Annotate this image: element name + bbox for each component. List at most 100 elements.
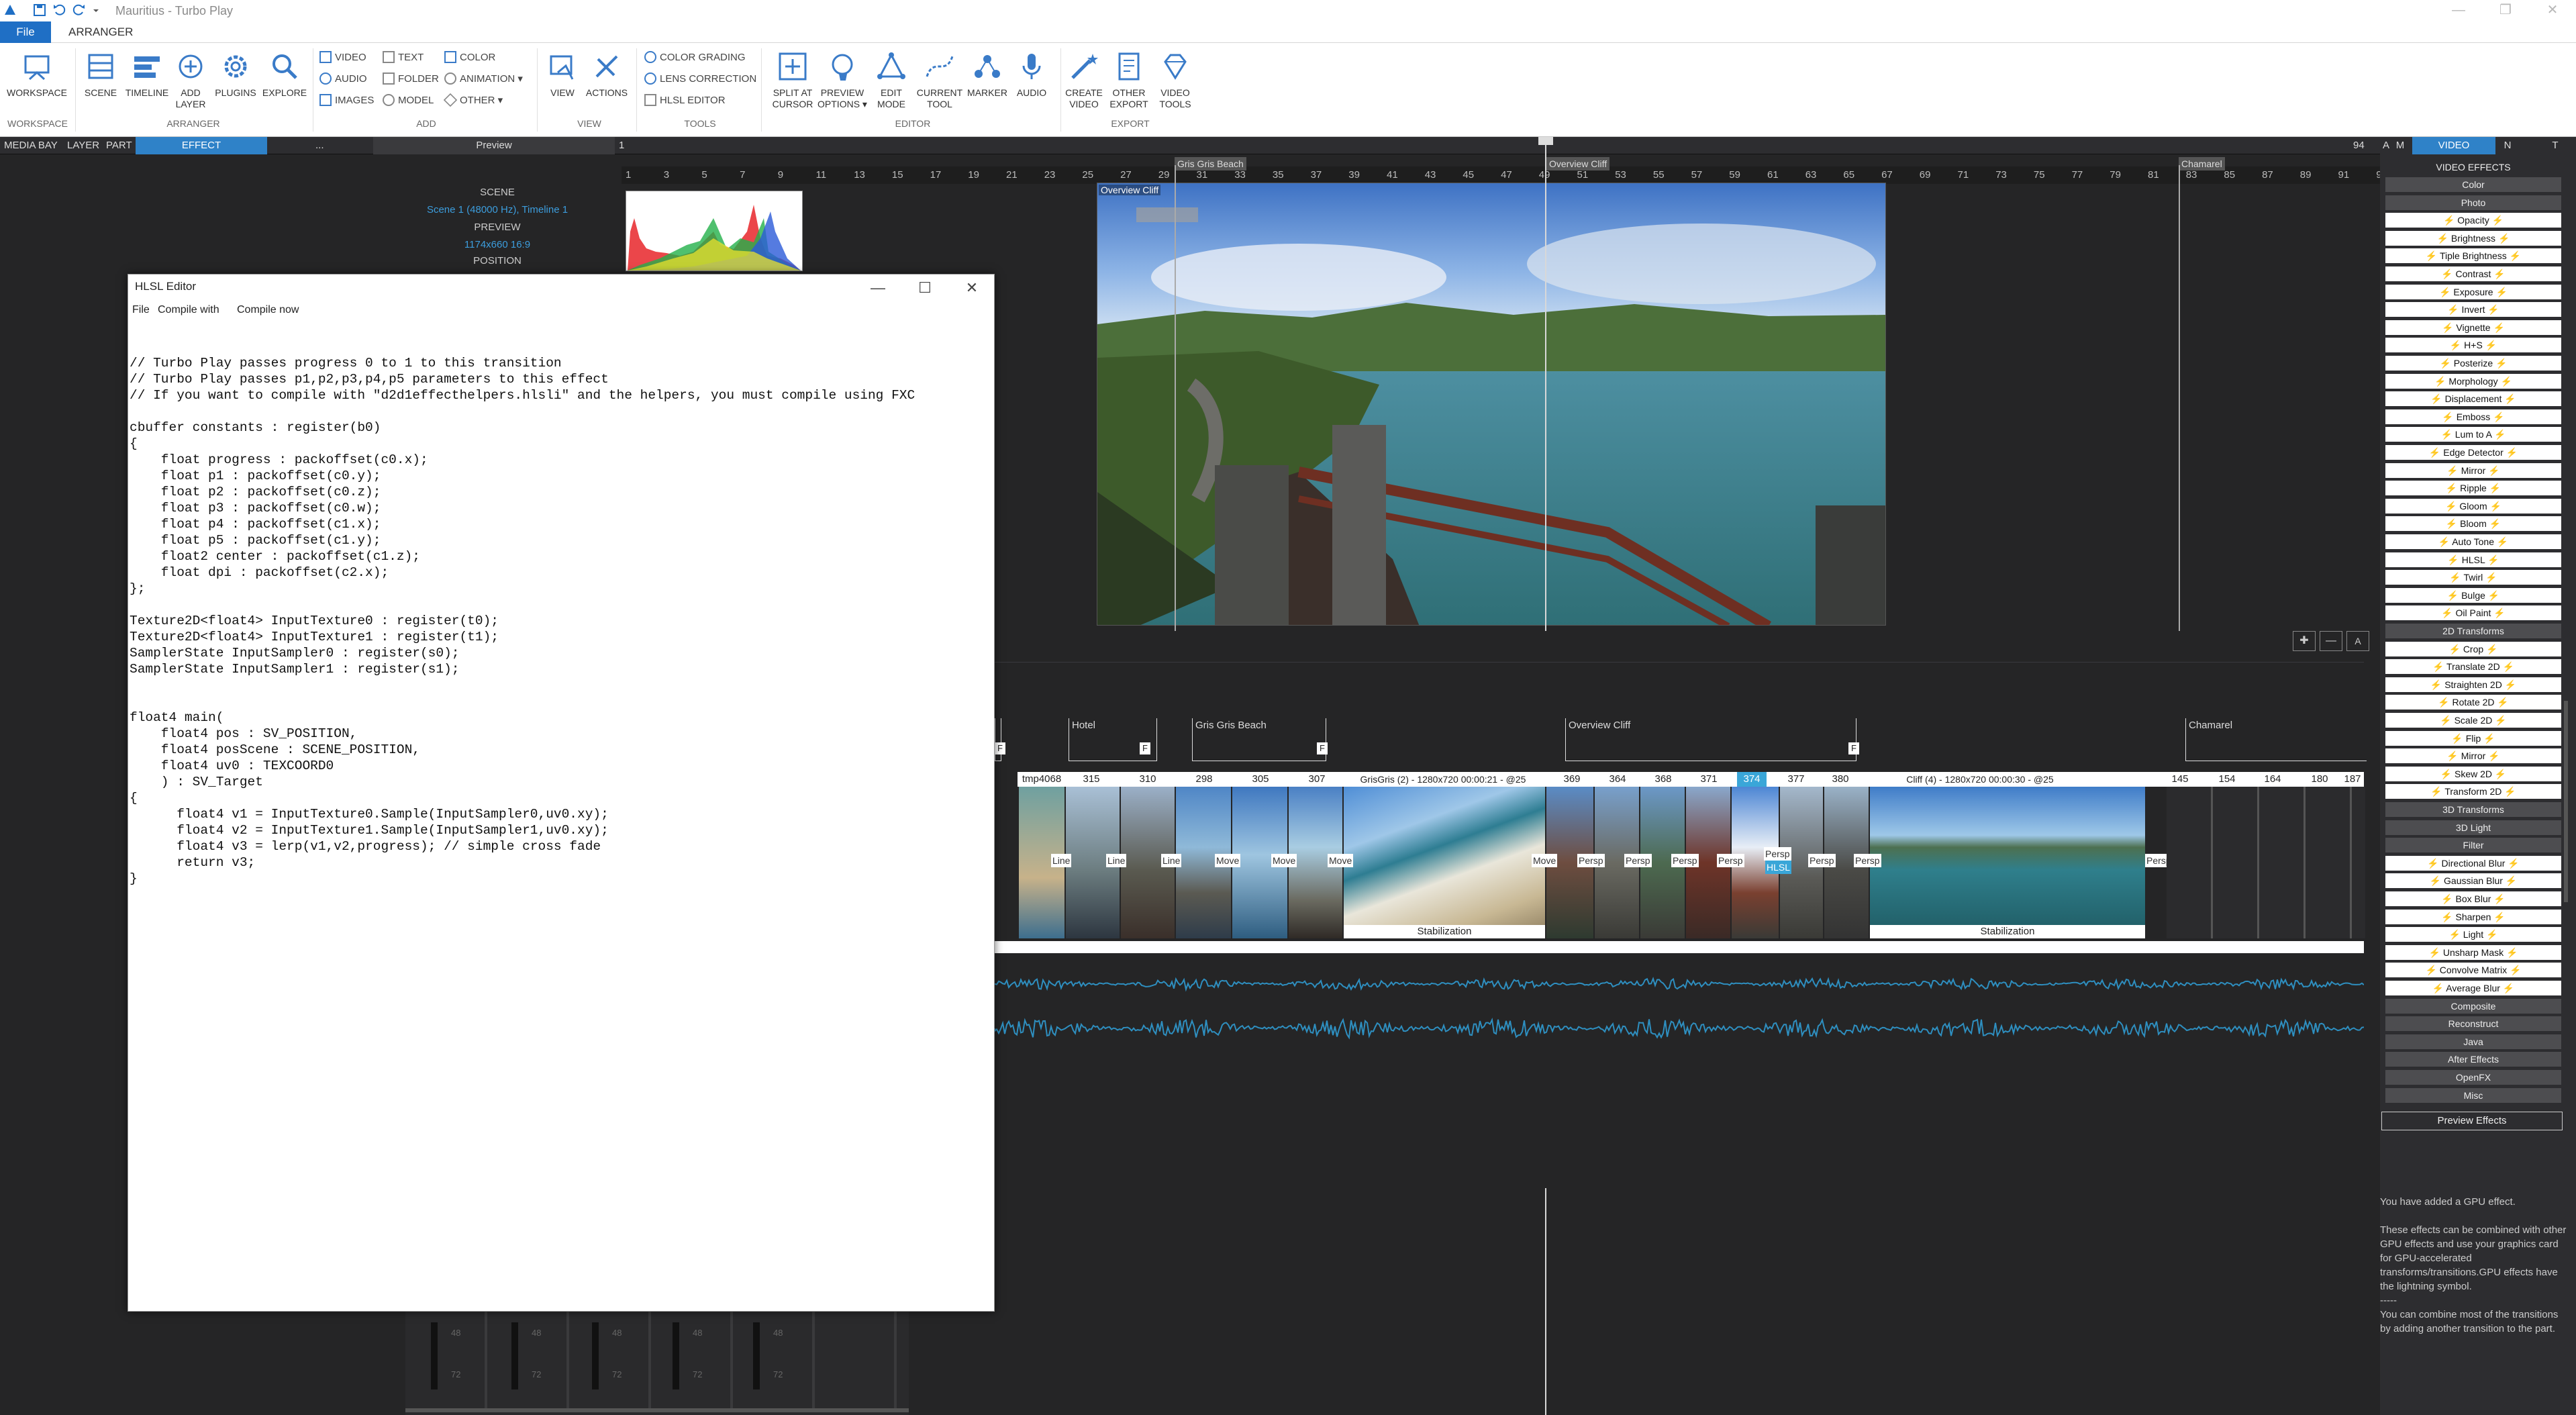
effect-item-mirror[interactable]: ⚡ Mirror ⚡ [2385, 462, 2561, 478]
effect-item-vignette[interactable]: ⚡ Vignette ⚡ [2385, 320, 2561, 335]
effect-item-sharpen[interactable]: ⚡ Sharpen ⚡ [2385, 909, 2561, 924]
transition-tag[interactable]: Line [1106, 854, 1127, 867]
effect-item-color[interactable]: Color [2385, 177, 2561, 192]
video-tools-button[interactable]: VIDEO TOOLS [1152, 50, 1199, 110]
timeline-button[interactable]: TIMELINE [123, 50, 170, 99]
effect-item-h-s[interactable]: ⚡ H+S ⚡ [2385, 338, 2561, 353]
effect-item-3d-light[interactable]: 3D Light [2385, 820, 2561, 835]
transition-tag[interactable]: Move [1271, 854, 1297, 867]
effect-item-straighten-2d[interactable]: ⚡ Straighten 2D ⚡ [2385, 677, 2561, 692]
tab-arranger[interactable]: ARRANGER [59, 21, 142, 43]
add-layer-button[interactable]: ADD LAYER [172, 50, 209, 110]
effect-item-ripple[interactable]: ⚡ Ripple ⚡ [2385, 481, 2561, 496]
transition-tag[interactable]: Persp [1624, 854, 1652, 867]
zoom-in-icon[interactable]: ✚ [2293, 631, 2316, 651]
marker-button[interactable]: MARKER [964, 50, 1011, 99]
effect-track-bar[interactable] [995, 941, 2364, 953]
transition-tag[interactable]: Persp [1717, 854, 1744, 867]
transition-tag[interactable]: Move [1532, 854, 1558, 867]
plugins-button[interactable]: PLUGINS [211, 50, 260, 99]
effect-item-gloom[interactable]: ⚡ Gloom ⚡ [2385, 498, 2561, 514]
effect-item-crop[interactable]: ⚡ Crop ⚡ [2385, 641, 2561, 656]
effect-item-mirror[interactable]: ⚡ Mirror ⚡ [2385, 748, 2561, 764]
effect-item-misc[interactable]: Misc [2385, 1087, 2561, 1103]
actions-button[interactable]: ACTIONS [583, 50, 631, 99]
effect-item-scale-2d[interactable]: ⚡ Scale 2D ⚡ [2385, 713, 2561, 728]
fade-marker[interactable]: F [995, 742, 1005, 754]
caption-hotel[interactable]: Hotel [1069, 718, 1157, 761]
add-images-button[interactable]: IMAGES [319, 93, 374, 109]
effect-item-bulge[interactable]: ⚡ Bulge ⚡ [2385, 587, 2561, 603]
hlsl-editor-window[interactable]: HLSL Editor — ☐ ✕ File Compile with Comp… [128, 274, 995, 1312]
timeline-ruler[interactable]: 1 3 5 7 9 11 13 15 17 19 21 23 25 27 29 31 33 35 37 39 41 43 4… [622, 166, 2387, 184]
effect-item-translate-2d[interactable]: ⚡ Translate 2D ⚡ [2385, 659, 2561, 675]
effect-item-posterize[interactable]: ⚡ Posterize ⚡ [2385, 356, 2561, 371]
effect-item-contrast[interactable]: ⚡ Contrast ⚡ [2385, 266, 2561, 281]
effect-item-3d-transforms[interactable]: 3D Transforms [2385, 802, 2561, 817]
effect-item-convolve-matrix[interactable]: ⚡ Convolve Matrix ⚡ [2385, 963, 2561, 978]
edit-mode-button[interactable]: EDIT MODE [867, 50, 915, 110]
effect-item-openfx[interactable]: OpenFX [2385, 1070, 2561, 1085]
explore-button[interactable]: EXPLORE [260, 50, 309, 99]
playhead-handle[interactable] [1538, 137, 1553, 145]
hlsl-editor-button[interactable]: HLSL EDITOR [644, 93, 726, 109]
effect-item-reconstruct[interactable]: Reconstruct [2385, 1016, 2561, 1032]
transition-tag[interactable]: Move [1215, 854, 1241, 867]
tab-part[interactable]: PART [106, 137, 132, 154]
view-button[interactable]: VIEW [542, 50, 583, 99]
minimize-icon[interactable]: — [2435, 0, 2482, 21]
image-clip-strip[interactable] [2167, 787, 2365, 938]
fade-marker[interactable]: F [1317, 742, 1328, 754]
caption-chamarel[interactable]: Chamarel [2185, 718, 2367, 761]
effect-item-rotate-2d[interactable]: ⚡ Rotate 2D ⚡ [2385, 695, 2561, 710]
marker-chamarel[interactable]: Chamarel [2179, 157, 2225, 170]
effect-item-after-effects[interactable]: After Effects [2385, 1052, 2561, 1067]
add-color-button[interactable]: COLOR [444, 50, 495, 66]
effect-item-gaussian-blur[interactable]: ⚡ Gaussian Blur ⚡ [2385, 873, 2561, 889]
effect-item-exposure[interactable]: ⚡ Exposure ⚡ [2385, 284, 2561, 299]
current-tool-button[interactable]: CURRENT TOOL [913, 50, 967, 110]
lens-correction-button[interactable]: LENS CORRECTION [644, 71, 756, 87]
save-icon[interactable] [32, 3, 47, 17]
effect-item-oil-paint[interactable]: ⚡ Oil Paint ⚡ [2385, 605, 2561, 621]
transition-tag[interactable]: Move [1328, 854, 1354, 867]
effect-item-displacement[interactable]: ⚡ Displacement ⚡ [2385, 391, 2561, 407]
mixer-scrollbar[interactable] [405, 1408, 909, 1412]
minimize-icon[interactable]: — [854, 275, 901, 301]
tab-file[interactable]: File [0, 21, 51, 43]
volume-fader[interactable] [753, 1322, 760, 1389]
close-icon[interactable]: ✕ [2529, 0, 2576, 21]
effect-item-light[interactable]: ⚡ Light ⚡ [2385, 927, 2561, 942]
effects-scrollbar[interactable] [2564, 701, 2568, 902]
effect-item-2d-transforms[interactable]: 2D Transforms [2385, 624, 2561, 638]
audio-tool-button[interactable]: AUDIO [1008, 50, 1055, 99]
tab-m[interactable]: M [2393, 137, 2407, 154]
audio-waveform-2[interactable] [995, 1015, 2364, 1042]
maximize-icon[interactable]: ☐ [901, 275, 948, 301]
effect-item-hlsl[interactable]: ⚡ HLSL ⚡ [2385, 552, 2561, 567]
menu-compile-with[interactable]: Compile with [158, 304, 219, 316]
audio-waveform-1[interactable] [995, 971, 2364, 997]
transition-tag[interactable]: Line [1161, 854, 1182, 867]
hlsl-effect-tag[interactable]: HLSL [1765, 861, 1792, 874]
other-export-button[interactable]: OTHER EXPORT [1106, 50, 1152, 110]
volume-fader[interactable] [673, 1322, 679, 1389]
scene-button[interactable]: SCENE [79, 50, 122, 99]
effect-item-auto-tone[interactable]: ⚡ Auto Tone ⚡ [2385, 534, 2561, 549]
transition-tag[interactable]: Persp [1671, 854, 1699, 867]
effect-item-invert[interactable]: ⚡ Invert ⚡ [2385, 302, 2561, 318]
effect-item-filter[interactable]: Filter [2385, 838, 2561, 853]
marker-gris-gris-beach[interactable]: Gris Gris Beach [1175, 157, 1246, 170]
transition-tag[interactable]: Persp [1854, 854, 1881, 867]
zoom-out-icon[interactable]: — [2320, 631, 2342, 651]
effect-item-skew-2d[interactable]: ⚡ Skew 2D ⚡ [2385, 766, 2561, 781]
tab-effect[interactable]: EFFECT [136, 137, 267, 154]
effect-item-brightness[interactable]: ⚡ Brightness ⚡ [2385, 230, 2561, 246]
add-video-button[interactable]: VIDEO [319, 50, 366, 66]
close-icon[interactable]: ✕ [948, 275, 995, 301]
menu-file[interactable]: File [132, 304, 150, 316]
workspace-button[interactable]: WORKSPACE [4, 50, 70, 99]
add-text-button[interactable]: TEXT [383, 50, 424, 66]
effect-item-photo[interactable]: Photo [2385, 195, 2561, 210]
preview-effects-button[interactable]: Preview Effects [2381, 1112, 2563, 1130]
